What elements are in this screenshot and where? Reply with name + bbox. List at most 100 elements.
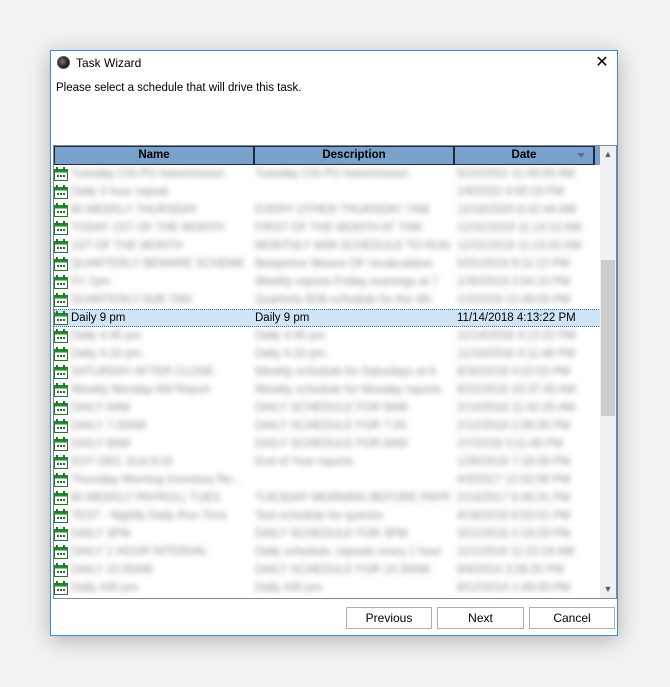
calendar-icon <box>54 401 69 415</box>
row-description: Weekly reports Friday evenings at 7 <box>255 276 439 288</box>
row-date: 12/16/2020 8:42:44 AM <box>457 204 576 216</box>
vertical-scrollbar[interactable]: ▲ ▼ <box>600 146 616 598</box>
table-row[interactable]: DAILY 8AM DAILY SCHEDULE FOR 8AM 2/7/2018 … <box>54 435 601 453</box>
row-name: DAILY 1 HOUR INTERVAL <box>71 546 209 558</box>
row-description: Weekly schedule for Saturdays at 6 <box>255 366 436 378</box>
row-date: 4/3/2017 12:02:06 PM <box>457 474 571 486</box>
table-row[interactable]: DAILY 6AM DAILY SCHEDULE FOR 6AM 2/14/2018… <box>54 399 601 417</box>
row-description: Daily schedule, repeats every 1 hour <box>255 546 442 558</box>
row-date: 5/10/2022 11:45:55 AM <box>457 168 576 180</box>
close-button[interactable]: ✕ <box>591 52 613 74</box>
calendar-icon <box>54 473 69 487</box>
table-row[interactable]: Tuesday CSI PO transmission Tuesday CSI P… <box>54 165 601 183</box>
row-name: DAILY 7:20AM <box>71 420 147 432</box>
row-name: BI-WEEKLY PAYROLL TUES <box>71 492 221 504</box>
calendar-icon <box>54 491 69 505</box>
row-name: Daily 9 pm <box>71 312 126 324</box>
table-row[interactable]: DAILY 3PM DAILY SCHEDULE FOR 3PM 3/21/2016… <box>54 525 601 543</box>
row-date: 1/30/2018 7:18:08 PM <box>457 456 571 468</box>
table-row[interactable]: Daily 4:15 pm Daily 4:15 pm 11/14/2018 4:1… <box>54 345 601 363</box>
row-description: Daily 4:15 pm <box>255 348 326 360</box>
table-row[interactable]: BI-WEEKLY PAYROLL TUES TUESDAY MORNING BE… <box>54 489 601 507</box>
previous-button[interactable]: Previous <box>346 607 432 629</box>
calendar-icon <box>54 509 69 523</box>
row-date: 8/4/2014 3:28:25 PM <box>457 564 564 576</box>
schedule-list[interactable]: Name Description Date Tuesday CSI PO tra… <box>53 145 617 599</box>
row-description: Daily 4:45 pm <box>255 330 326 342</box>
row-description: DAILY SCHEDULE FOR 6AM <box>255 402 408 414</box>
table-row[interactable]: TODAY 1ST OF THE MONTH FIRST OF THE MONTH… <box>54 219 601 237</box>
table-row[interactable]: Daily 4:45 pm Daily 4:45 pm 11/14/2018 4:1… <box>54 327 601 345</box>
row-description: End of Year reports <box>255 456 354 468</box>
calendar-icon <box>54 239 69 253</box>
row-date: 8/30/2018 4:22:02 PM <box>457 366 571 378</box>
row-name: DAILY 10:30AM <box>71 564 153 576</box>
app-icon <box>57 56 70 69</box>
instruction-text: Please select a schedule that will drive… <box>56 82 302 94</box>
calendar-icon <box>54 347 69 361</box>
row-description: Quarterly B2B schedule for the 4th <box>255 294 432 306</box>
row-description: DAILY SCHEDULE FOR 7:20 <box>255 420 407 432</box>
calendar-icon <box>54 275 69 289</box>
table-row[interactable]: Fri 7pm Weekly reports Friday evenings at… <box>54 273 601 291</box>
table-row[interactable]: DAILY 1 HOUR INTERVAL Daily schedule, rep… <box>54 543 601 561</box>
row-name: Weekly Monday AM Report <box>71 384 211 396</box>
table-row[interactable]: SATURDAY AFTER CLOSE Weekly schedule for … <box>54 363 601 381</box>
cancel-button[interactable]: Cancel <box>529 607 615 629</box>
row-description: Daily 430 pm <box>255 582 323 594</box>
table-row[interactable]: EOY DEC 31st 8:15 End of Year reports 1/30… <box>54 453 601 471</box>
table-row[interactable]: Daily 3 hour repeat 1/6/2022 4:00:19 PM <box>54 183 601 201</box>
row-name: TEST - Nightly Daily Run Time <box>71 510 227 522</box>
row-date: 5/31/2019 9:11:12 PM <box>457 258 570 270</box>
table-row[interactable]: BI-WEEKLY THURSDAY EVERY OTHER THURSDAY 7… <box>54 201 601 219</box>
row-name: QUARTERLY BEWARE SCHEME <box>71 258 246 270</box>
row-date: 2/12/2018 2:08:35 PM <box>457 420 571 432</box>
row-date: 2/7/2018 3:11:48 PM <box>457 438 563 450</box>
row-description: DAILY SCHEDULE FOR 3PM <box>255 528 408 540</box>
calendar-icon <box>54 527 69 541</box>
calendar-icon <box>54 563 69 577</box>
column-header-date-label: Date <box>511 149 537 161</box>
table-row[interactable]: QUARTERLY B2B TAM Quarterly B2B schedule … <box>54 291 601 309</box>
column-header-description[interactable]: Description <box>254 146 454 165</box>
table-row[interactable]: TEST - Nightly Daily Run Time Test schedu… <box>54 507 601 525</box>
row-date: 12/31/2019 11:13:42 AM <box>457 240 582 252</box>
table-row[interactable]: QUARTERLY BEWARE SCHEME Beeperine Weave O… <box>54 255 601 273</box>
scroll-thumb[interactable] <box>601 260 615 416</box>
table-row-selected[interactable]: Daily 9 pm Daily 9 pm 11/14/2018 4:13:22 P… <box>54 309 601 327</box>
row-description: Beeperine Weave OF recalculation <box>255 258 434 270</box>
row-name: Daily 4:45 pm <box>71 330 142 342</box>
row-name: DAILY 6AM <box>71 402 131 414</box>
calendar-icon <box>54 545 69 559</box>
next-button[interactable]: Next <box>437 607 524 629</box>
close-icon: ✕ <box>595 54 609 71</box>
row-date: 1/6/2022 4:00:19 PM <box>457 186 564 198</box>
row-description: MONTHLY 4AM SCHEDULE TO RUN <box>255 240 450 252</box>
table-row[interactable]: Weekly Monday AM Report Weekly schedule f… <box>54 381 601 399</box>
calendar-icon <box>54 581 69 595</box>
table-row[interactable]: DAILY 7:20AM DAILY SCHEDULE FOR 7:20 2/12/… <box>54 417 601 435</box>
row-name: BI-WEEKLY THURSDAY <box>71 204 198 216</box>
calendar-icon <box>54 167 69 181</box>
table-row[interactable]: Thursday Morning Inventory Re... 4/3/2017… <box>54 471 601 489</box>
table-row[interactable]: DAILY 10:30AM DAILY SCHEDULE FOR 10:30AM 8… <box>54 561 601 579</box>
row-name: Tuesday CSI PO transmission <box>71 168 225 180</box>
table-row[interactable]: 1ST OF THE MONTH MONTHLY 4AM SCHEDULE TO … <box>54 237 601 255</box>
table-row[interactable]: Daily 430 pm Daily 430 pm 8/12/2014 1:48:0… <box>54 579 601 597</box>
calendar-icon <box>54 203 69 217</box>
row-description: Weekly schedule for Monday reports <box>255 384 442 396</box>
row-date: 11/14/2018 4:12:22 PM <box>457 330 576 342</box>
row-date: 4/18/2016 8:53:01 PM <box>457 510 571 522</box>
row-name: DAILY 3PM <box>71 528 131 540</box>
row-date: 1/30/2019 3:54:10 PM <box>457 276 571 288</box>
calendar-icon <box>54 365 69 379</box>
row-date: 11/14/2018 4:13:22 PM <box>457 312 576 324</box>
column-header-name[interactable]: Name <box>54 146 254 165</box>
row-date: 8/22/2018 10:37:40 AM <box>457 384 576 396</box>
scroll-up-button[interactable]: ▲ <box>600 146 616 163</box>
task-wizard-dialog: Task Wizard ✕ Please select a schedule t… <box>50 50 618 636</box>
column-header-date[interactable]: Date <box>454 146 594 165</box>
row-description: TUESDAY MORNING BEFORE PAYR... <box>255 492 450 504</box>
scroll-down-button[interactable]: ▼ <box>600 581 616 598</box>
sort-descending-icon <box>577 153 585 158</box>
